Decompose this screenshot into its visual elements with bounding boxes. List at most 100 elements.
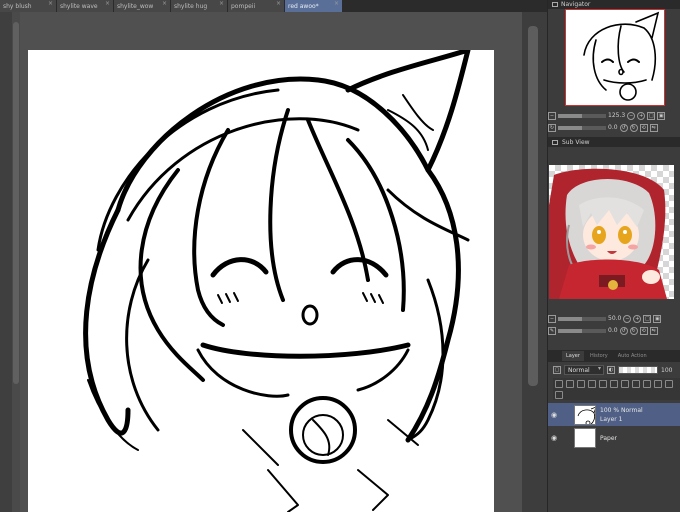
- scroll-thumb[interactable]: [528, 26, 538, 386]
- mask-icon[interactable]: [610, 380, 618, 388]
- opacity-slider[interactable]: [618, 366, 658, 374]
- new-folder-icon[interactable]: [566, 380, 574, 388]
- fit-icon[interactable]: □: [643, 314, 652, 323]
- tab-auto-action[interactable]: Auto Action: [614, 351, 651, 361]
- tab-red-awoo[interactable]: red awoo* ×: [285, 0, 343, 12]
- tab-shy-blush[interactable]: shy blush ×: [0, 0, 57, 12]
- layer-thumbnail: [574, 427, 596, 448]
- layer-thumbnail-sketch: [577, 406, 595, 424]
- rotate-slider[interactable]: [558, 125, 606, 130]
- close-icon[interactable]: ×: [334, 0, 339, 7]
- scroll-thumb[interactable]: [13, 22, 19, 384]
- tab-label: pompeii: [231, 2, 256, 10]
- subview-reference-image[interactable]: [549, 165, 674, 299]
- subview-zoom-value[interactable]: 50.0: [608, 315, 621, 322]
- tab-label: Auto Action: [617, 353, 647, 359]
- reset-rotate-icon[interactable]: ⟲: [639, 326, 648, 335]
- tab-label: shylite wave: [60, 2, 98, 10]
- subview-rotate-slider[interactable]: [558, 328, 606, 333]
- blend-mode-value: Normal: [568, 366, 590, 374]
- subview-zoom-slider[interactable]: [558, 316, 606, 321]
- close-icon[interactable]: ×: [105, 0, 110, 7]
- zoom-plus-icon[interactable]: +: [637, 111, 646, 120]
- subview-icon: [552, 139, 558, 145]
- visibility-icon[interactable]: [643, 380, 651, 388]
- rotate-right-icon[interactable]: ↻: [629, 326, 638, 335]
- subview-rotate-row: ✎ 0.0 ↺ ↻ ⟲ ⇋: [548, 325, 658, 336]
- zoom-minus-icon[interactable]: −: [623, 314, 632, 323]
- layer-info: 100 % Normal Layer 1: [600, 407, 643, 423]
- close-icon[interactable]: ×: [162, 0, 167, 7]
- tab-history[interactable]: History: [586, 351, 612, 361]
- tab-label: shylite hug: [174, 2, 208, 10]
- reset-rotate-icon[interactable]: ⟲: [639, 123, 648, 132]
- eye-icon[interactable]: ◉: [548, 411, 560, 419]
- layer-name: Paper: [600, 435, 617, 442]
- tab-label: shy blush: [3, 2, 32, 10]
- tab-shylite-wave[interactable]: shylite wave ×: [57, 0, 114, 12]
- drawing-canvas[interactable]: [28, 50, 494, 512]
- navigator-zoom-row: − 125.3 − + □ ▣: [548, 110, 666, 121]
- subview-zoom-row: − 50.0 − + □ ▣: [548, 313, 662, 324]
- zoom-out-icon[interactable]: −: [548, 314, 556, 323]
- opacity-value[interactable]: 100: [661, 367, 672, 374]
- actual-size-icon[interactable]: ▣: [653, 314, 662, 323]
- subview-header: Sub View: [548, 137, 680, 147]
- subview-title: Sub View: [562, 138, 590, 146]
- rotate-left-icon[interactable]: ↺: [619, 123, 628, 132]
- layer-info: Paper: [600, 433, 617, 442]
- eyedropper-icon[interactable]: ✎: [548, 326, 556, 335]
- flip-icon[interactable]: ⇋: [649, 123, 658, 132]
- rotate-right-icon[interactable]: ↻: [629, 123, 638, 132]
- blend-mode-select[interactable]: Normal: [564, 365, 604, 375]
- tab-label: red awoo*: [288, 2, 319, 10]
- close-icon[interactable]: ×: [276, 0, 281, 7]
- merge-icon[interactable]: [632, 380, 640, 388]
- lock-icon[interactable]: [599, 380, 607, 388]
- eye-icon[interactable]: ◉: [548, 434, 560, 442]
- layer-panel-tabs: Layer History Auto Action: [548, 350, 680, 362]
- left-toolbar-strip: [0, 12, 12, 512]
- fit-icon[interactable]: □: [647, 111, 656, 120]
- navigator-icon: [552, 2, 558, 7]
- rotate-icon[interactable]: ↻: [548, 123, 556, 132]
- zoom-plus-icon[interactable]: +: [633, 314, 642, 323]
- zoom-minus-icon[interactable]: −: [627, 111, 636, 120]
- tab-shylite-wow[interactable]: shylite_wow ×: [114, 0, 171, 12]
- layer-lock-icon[interactable]: ▢: [553, 366, 561, 374]
- tab-label: Layer: [566, 353, 580, 359]
- left-scrollbar[interactable]: [12, 12, 20, 512]
- tab-layer[interactable]: Layer: [562, 351, 584, 361]
- reference-character-image: [549, 168, 667, 299]
- tab-pompeii[interactable]: pompeii ×: [228, 0, 285, 12]
- layer-row-paper[interactable]: ◉ Paper: [548, 426, 680, 449]
- zoom-value[interactable]: 125.3: [608, 112, 625, 119]
- clip-icon[interactable]: [577, 380, 585, 388]
- ruler-icon[interactable]: [621, 380, 629, 388]
- tab-shylite-hug[interactable]: shylite hug ×: [171, 0, 228, 12]
- close-icon[interactable]: ×: [48, 0, 53, 7]
- navigator-rotate-row: ↻ 0.0 ↺ ↻ ⟲ ⇋: [548, 122, 658, 133]
- rotate-value[interactable]: 0.0: [608, 124, 618, 131]
- delete-icon[interactable]: [555, 391, 563, 399]
- layer-row-layer1[interactable]: ◉ 100 % Normal Layer 1: [548, 403, 680, 426]
- layer-toolbar: [553, 378, 680, 400]
- navigator-title: Navigator: [561, 1, 591, 8]
- navigator-thumbnail: [583, 11, 660, 101]
- color-icon[interactable]: [654, 380, 662, 388]
- layer-thumbnail: [574, 404, 596, 425]
- zoom-slider[interactable]: [558, 113, 606, 118]
- subview-rotate-value[interactable]: 0.0: [608, 327, 618, 334]
- vertical-scrollbar[interactable]: [522, 12, 547, 512]
- tab-label: shylite_wow: [117, 2, 154, 10]
- close-icon[interactable]: ×: [219, 0, 224, 7]
- actual-size-icon[interactable]: ▣: [657, 111, 666, 120]
- transfer-icon[interactable]: [665, 380, 673, 388]
- new-layer-icon[interactable]: [555, 380, 563, 388]
- reference-icon[interactable]: [588, 380, 596, 388]
- navigator-preview[interactable]: [565, 9, 665, 106]
- zoom-out-icon[interactable]: −: [548, 111, 556, 120]
- layer-blend-row: ▢ Normal ◐ 100: [553, 364, 680, 376]
- rotate-left-icon[interactable]: ↺: [619, 326, 628, 335]
- flip-icon[interactable]: ⇋: [649, 326, 658, 335]
